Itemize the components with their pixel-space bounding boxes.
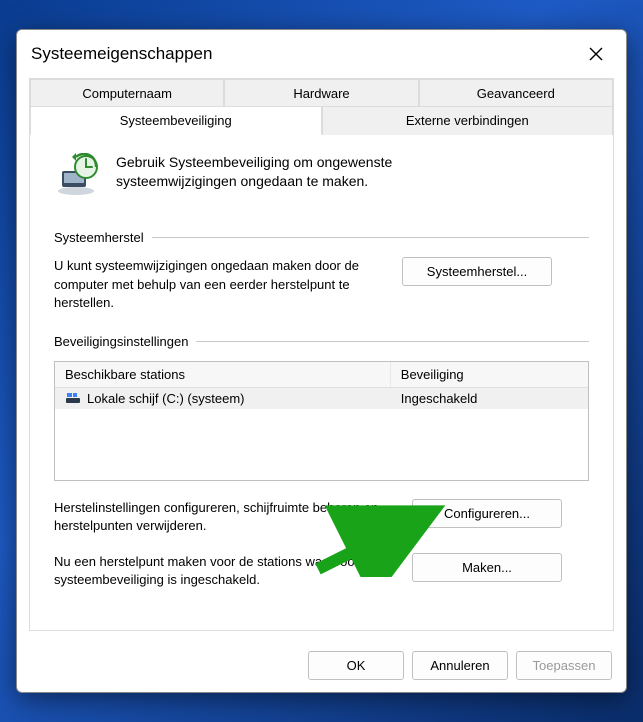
tab-advanced[interactable]: Geavanceerd bbox=[419, 79, 613, 107]
configure-button[interactable]: Configureren... bbox=[412, 499, 562, 528]
titlebar: Systeemeigenschappen bbox=[17, 30, 626, 78]
tab-computer-name[interactable]: Computernaam bbox=[30, 79, 224, 107]
tab-remote[interactable]: Externe verbindingen bbox=[322, 106, 614, 135]
ok-button[interactable]: OK bbox=[308, 651, 404, 680]
drive-row[interactable]: Lokale schijf (C:) (systeem) Ingeschakel… bbox=[55, 388, 588, 409]
system-properties-window: Systeemeigenschappen Computernaam Hardwa… bbox=[16, 29, 627, 692]
system-restore-button[interactable]: Systeemherstel... bbox=[402, 257, 552, 286]
system-protection-icon bbox=[54, 153, 102, 200]
tab-hardware[interactable]: Hardware bbox=[224, 79, 418, 107]
legend-line bbox=[152, 237, 589, 238]
configure-button-wrap: Configureren... bbox=[412, 499, 562, 528]
restore-legend-label: Systeemherstel bbox=[54, 230, 144, 245]
drives-header: Beschikbare stations Beveiliging bbox=[55, 362, 588, 388]
drive-cell-name: Lokale schijf (C:) (systeem) bbox=[55, 388, 391, 409]
cancel-button[interactable]: Annuleren bbox=[412, 651, 508, 680]
settings-fieldset: Beveiligingsinstellingen Beschikbare sta… bbox=[54, 334, 589, 590]
intro-text: Gebruik Systeembeveiliging om ongewenste… bbox=[116, 153, 476, 191]
apply-button[interactable]: Toepassen bbox=[516, 651, 612, 680]
drive-icon bbox=[65, 391, 81, 405]
restore-fieldset: Systeemherstel U kunt systeemwijzigingen… bbox=[54, 230, 589, 312]
create-text: Nu een herstelpunt maken voor de station… bbox=[54, 553, 394, 589]
close-icon bbox=[589, 47, 603, 61]
restore-row: U kunt systeemwijzigingen ongedaan maken… bbox=[54, 257, 589, 312]
intro-row: Gebruik Systeembeveiliging om ongewenste… bbox=[54, 153, 589, 200]
close-button[interactable] bbox=[580, 40, 612, 68]
drives-table: Beschikbare stations Beveiliging bbox=[54, 361, 589, 481]
create-button[interactable]: Maken... bbox=[412, 553, 562, 582]
tab-body: Gebruik Systeembeveiliging om ongewenste… bbox=[30, 135, 613, 619]
configure-text: Herstelinstellingen configureren, schijf… bbox=[54, 499, 394, 535]
restore-legend: Systeemherstel bbox=[54, 230, 589, 245]
settings-legend: Beveiligingsinstellingen bbox=[54, 334, 589, 349]
create-row: Nu een herstelpunt maken voor de station… bbox=[54, 553, 589, 589]
content-outer: Computernaam Hardware Geavanceerd Systee… bbox=[17, 78, 626, 640]
col-header-protection[interactable]: Beveiliging bbox=[391, 362, 588, 387]
drive-name: Lokale schijf (C:) (systeem) bbox=[87, 391, 244, 406]
tab-row-bottom: Systeembeveiliging Externe verbindingen bbox=[30, 106, 613, 135]
drives-body: Lokale schijf (C:) (systeem) Ingeschakel… bbox=[55, 388, 588, 480]
col-header-stations[interactable]: Beschikbare stations bbox=[55, 362, 391, 387]
window-title: Systeemeigenschappen bbox=[31, 44, 212, 64]
configure-row: Herstelinstellingen configureren, schijf… bbox=[54, 499, 589, 535]
restore-text: U kunt systeemwijzigingen ongedaan maken… bbox=[54, 257, 384, 312]
tab-row-top: Computernaam Hardware Geavanceerd bbox=[30, 79, 613, 107]
settings-legend-label: Beveiligingsinstellingen bbox=[54, 334, 188, 349]
tabs-frame: Computernaam Hardware Geavanceerd Systee… bbox=[29, 78, 614, 630]
dialog-button-row: OK Annuleren Toepassen bbox=[17, 641, 626, 692]
legend-line bbox=[196, 341, 589, 342]
drive-status: Ingeschakeld bbox=[391, 388, 588, 409]
tab-system-protection[interactable]: Systeembeveiliging bbox=[30, 106, 322, 135]
